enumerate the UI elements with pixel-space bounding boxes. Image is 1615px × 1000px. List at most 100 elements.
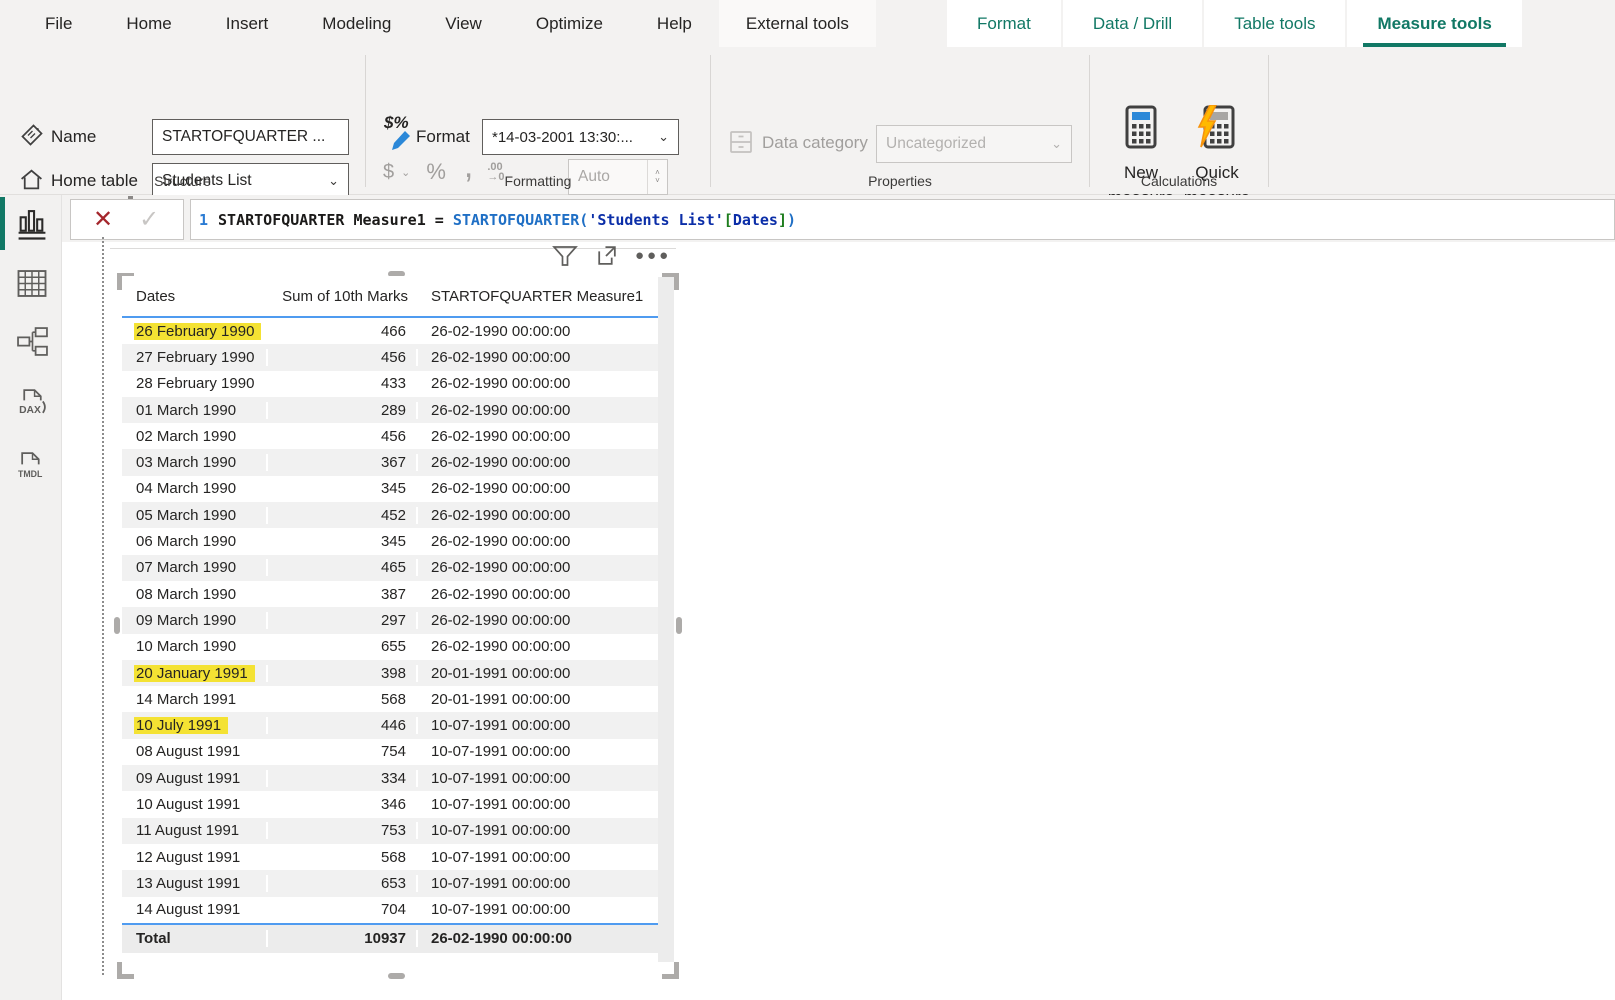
measure-cell: 10-07-1991 00:00:00 — [418, 849, 658, 866]
table-visual[interactable]: Dates Sum of 10th Marks STARTOFQUARTER M… — [122, 276, 658, 953]
tab-view[interactable]: View — [418, 0, 509, 47]
tmdl-view-icon: TMDL — [17, 451, 48, 482]
measure-cell: 26-02-1990 00:00:00 — [418, 428, 658, 445]
tab-home[interactable]: Home — [99, 0, 198, 47]
tab-file[interactable]: File — [18, 0, 99, 47]
column-header-dates[interactable]: Dates — [122, 288, 268, 305]
table-row: 07 March 199046526-02-1990 00:00:00 — [122, 555, 658, 581]
measure-cell: 26-02-1990 00:00:00 — [418, 586, 658, 603]
table-row: 09 August 199133410-07-1991 00:00:00 — [122, 765, 658, 791]
page-boundary-dotted-line — [102, 237, 104, 975]
marks-cell: 655 — [268, 638, 418, 655]
marks-cell: 466 — [268, 323, 418, 340]
cancel-formula-icon[interactable]: ✕ — [93, 205, 113, 234]
measure-cell: 26-02-1990 00:00:00 — [418, 612, 658, 629]
table-scrollbar[interactable] — [658, 277, 674, 962]
selection-corner-handle[interactable] — [662, 962, 679, 979]
marks-cell: 465 — [268, 559, 418, 576]
ribbon: Name STARTOFQUARTER ... Home table Stude… — [0, 47, 1615, 195]
dax-column-name: Dates — [733, 211, 778, 229]
dax-close-bracket: ] — [778, 211, 787, 229]
measure-cell: 26-02-1990 00:00:00 — [418, 375, 658, 392]
marks-cell: 367 — [268, 454, 418, 471]
dax-function: STARTOFQUARTER — [453, 211, 579, 229]
more-options-icon[interactable]: ●●● — [635, 247, 671, 264]
marks-cell: 653 — [268, 875, 418, 892]
date-cell: 04 March 1990 — [122, 480, 268, 497]
tab-data-drill[interactable]: Data / Drill — [1063, 0, 1202, 47]
pencil-icon — [390, 129, 412, 151]
dax-formula-input[interactable]: 1 STARTOFQUARTER Measure1 = STARTOFQUART… — [190, 199, 1615, 240]
date-cell: 06 March 1990 — [122, 533, 268, 550]
selection-edge-handle[interactable] — [114, 617, 120, 634]
dax-table-ref: 'Students List' — [588, 211, 723, 229]
report-view-button[interactable] — [16, 208, 48, 240]
thousands-separator-button[interactable]: , — [464, 161, 473, 171]
marks-cell: 297 — [268, 612, 418, 629]
tab-optimize[interactable]: Optimize — [509, 0, 630, 47]
total-label: Total — [122, 930, 268, 947]
date-cell: 14 August 1991 — [122, 901, 268, 918]
line-number: 1 — [191, 211, 218, 229]
table-row: 10 July 199144610-07-1991 00:00:00 — [122, 712, 658, 738]
data-category-label: Data category — [762, 133, 868, 153]
measure-cell: 26-02-1990 00:00:00 — [418, 454, 658, 471]
measure-name-input[interactable]: STARTOFQUARTER ... — [152, 119, 349, 155]
column-header-measure[interactable]: STARTOFQUARTER Measure1 — [418, 288, 658, 305]
tab-table-tools[interactable]: Table tools — [1204, 0, 1345, 47]
tmdl-view-button[interactable]: TMDL — [16, 450, 48, 482]
tab-help[interactable]: Help — [630, 0, 719, 47]
dax-query-view-button[interactable]: DAX — [16, 387, 48, 419]
marks-cell: 754 — [268, 743, 418, 760]
tab-measure-tools[interactable]: Measure tools — [1347, 0, 1521, 47]
total-measure: 26-02-1990 00:00:00 — [418, 930, 658, 947]
chevron-down-icon: ⌄ — [658, 129, 669, 145]
table-row: 05 March 199045226-02-1990 00:00:00 — [122, 502, 658, 528]
report-view-icon — [17, 208, 47, 240]
total-marks: 10937 — [268, 930, 418, 947]
date-cell: 09 August 1991 — [122, 770, 268, 787]
commit-formula-icon[interactable]: ✓ — [139, 205, 159, 234]
calculator-lightning-icon — [1197, 105, 1237, 149]
column-header-marks[interactable]: Sum of 10th Marks — [268, 288, 418, 305]
model-view-button[interactable] — [16, 325, 48, 357]
dax-query-view-icon: DAX — [17, 388, 48, 419]
date-cell: 01 March 1990 — [122, 402, 268, 419]
marks-cell: 289 — [268, 402, 418, 419]
properties-group-label: Properties — [711, 173, 1089, 189]
selection-edge-handle[interactable] — [676, 617, 682, 634]
table-row: 28 February 199043326-02-1990 00:00:00 — [122, 371, 658, 397]
tab-modeling[interactable]: Modeling — [295, 0, 418, 47]
dax-open-paren: ( — [579, 211, 588, 229]
table-row: 08 March 199038726-02-1990 00:00:00 — [122, 581, 658, 607]
marks-cell: 446 — [268, 717, 418, 734]
table-total-row: Total 10937 26-02-1990 00:00:00 — [122, 923, 658, 953]
marks-cell: 456 — [268, 349, 418, 366]
table-body: 26 February 199046626-02-1990 00:00:0027… — [122, 318, 658, 923]
tab-format[interactable]: Format — [947, 0, 1061, 47]
selection-edge-handle[interactable] — [388, 973, 405, 979]
dax-assignment: STARTOFQUARTER Measure1 = — [218, 211, 453, 229]
measure-cell: 10-07-1991 00:00:00 — [418, 875, 658, 892]
date-cell: 08 August 1991 — [122, 743, 268, 760]
marks-cell: 345 — [268, 480, 418, 497]
selection-corner-handle[interactable] — [117, 962, 134, 979]
tab-insert[interactable]: Insert — [199, 0, 296, 47]
table-view-button[interactable] — [16, 267, 48, 299]
marks-cell: 398 — [268, 665, 418, 682]
date-cell: 10 August 1991 — [122, 796, 268, 813]
table-view-icon — [17, 270, 47, 297]
filter-icon[interactable] — [552, 242, 578, 268]
measure-cell: 26-02-1990 00:00:00 — [418, 533, 658, 550]
formula-actions: ✕ ✓ — [70, 199, 184, 240]
table-row: 10 March 199065526-02-1990 00:00:00 — [122, 634, 658, 660]
date-cell: 20 January 1991 — [122, 665, 268, 682]
marks-cell: 568 — [268, 849, 418, 866]
measure-cell: 26-02-1990 00:00:00 — [418, 323, 658, 340]
group-divider — [1268, 55, 1269, 187]
tab-external-tools[interactable]: External tools — [719, 0, 876, 47]
table-row: 14 March 199156820-01-1991 00:00:00 — [122, 686, 658, 712]
focus-mode-icon[interactable] — [594, 243, 619, 268]
format-select[interactable]: *14-03-2001 13:30:... ⌄ — [482, 119, 679, 155]
date-cell: 03 March 1990 — [122, 454, 268, 471]
